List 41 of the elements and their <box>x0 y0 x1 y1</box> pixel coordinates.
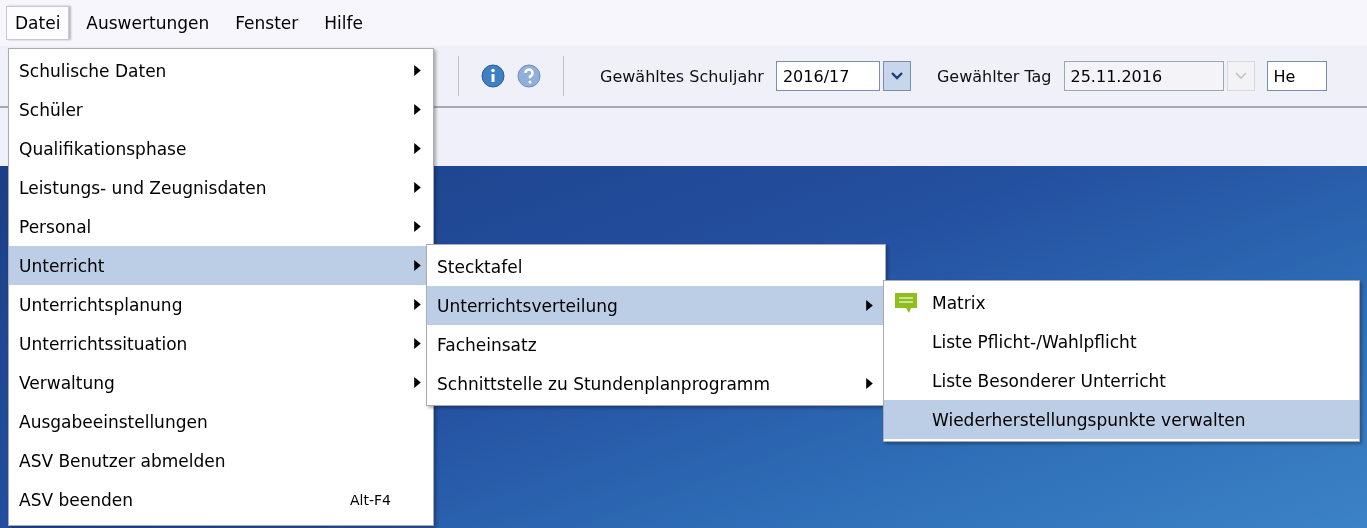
menu-item[interactable]: Schnittstelle zu Stundenplanprogramm <box>427 364 885 403</box>
submenu-arrow-icon <box>866 378 873 389</box>
menu-item[interactable]: ASV beenden Alt-F4 <box>9 480 433 519</box>
menu-item[interactable]: Facheinsatz <box>427 325 885 364</box>
menu-item[interactable]: Liste Pflicht-/Wahlpflicht <box>884 322 1359 361</box>
menu-item[interactable]: Unterrichtsverteilung <box>427 286 885 325</box>
menu-item[interactable]: Ausgabeeinstellungen <box>9 402 433 441</box>
submenu-arrow-icon <box>414 182 421 193</box>
menu-bar-item[interactable]: Datei <box>6 6 70 40</box>
submenu-arrow-icon <box>866 300 873 311</box>
menu-item[interactable]: Schüler <box>9 90 433 129</box>
menu-item[interactable]: Leistungs- und Zeugnisdaten <box>9 168 433 207</box>
school-year-field[interactable]: 2016/17 <box>775 61 880 91</box>
menu-item[interactable]: Matrix <box>884 283 1359 322</box>
day-label: Gewählter Tag <box>936 66 1052 86</box>
info-icon[interactable] <box>481 64 505 88</box>
submenu-arrow-icon <box>414 377 421 388</box>
submenu-arrow-icon <box>414 338 421 349</box>
submenu-arrow-icon <box>414 143 421 154</box>
menu-item[interactable]: Wiederherstellungspunkte verwalten <box>884 400 1359 439</box>
menu-item[interactable]: Liste Besonderer Unterricht <box>884 361 1359 400</box>
input-field[interactable]: He <box>1266 61 1327 91</box>
dropdown-button[interactable] <box>882 61 911 91</box>
menu-item[interactable]: Personal <box>9 207 433 246</box>
submenu-arrow-icon <box>414 104 421 115</box>
message-icon <box>894 291 918 314</box>
submenu-arrow-icon <box>414 260 421 271</box>
menu-bar-item[interactable]: Fenster <box>226 6 308 40</box>
day-field[interactable]: 25.11.2016 <box>1063 61 1224 91</box>
chevron-icon <box>890 72 903 80</box>
chevron-icon <box>1234 72 1247 80</box>
menu-item[interactable]: Schulische Daten <box>9 51 433 90</box>
menu-item[interactable]: ASV Benutzer abmelden <box>9 441 433 480</box>
submenu-arrow-icon <box>414 65 421 76</box>
menu-item[interactable]: Qualifikationsphase <box>9 129 433 168</box>
submenu-arrow-icon <box>414 221 421 232</box>
menu-bar-item[interactable]: Auswertungen <box>77 6 219 40</box>
menu-bar-item[interactable]: Hilfe <box>315 6 372 40</box>
help-icon[interactable] <box>517 64 541 88</box>
submenu-arrow-icon <box>414 299 421 310</box>
school-year-label: Gewähltes Schuljahr <box>600 66 764 86</box>
